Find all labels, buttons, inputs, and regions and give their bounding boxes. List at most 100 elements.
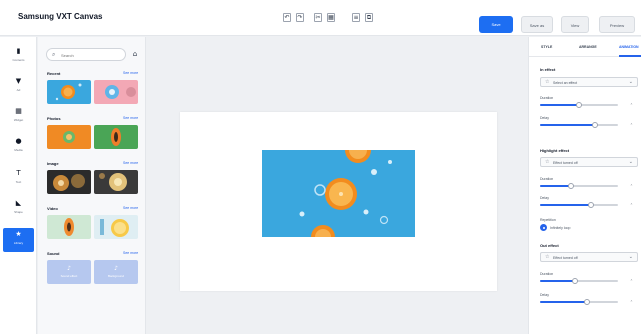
video-thumb-papaya[interactable] (47, 215, 91, 239)
left-rail: ▮ Contents ▼ Ad ▦ Widget ● Media T Text … (0, 37, 37, 334)
grid-icon[interactable]: ▦ (327, 13, 335, 22)
rail-item-content[interactable]: ▮ Contents (3, 45, 34, 69)
slider-handle[interactable] (568, 183, 575, 189)
preview-button[interactable]: Preview (599, 16, 635, 33)
rail-item-label: Ad (16, 88, 21, 92)
rail-item-label: Library (13, 241, 24, 245)
slider-handle[interactable] (583, 299, 590, 305)
tab-animation[interactable]: ANIMATION (619, 45, 639, 49)
chevron-down-icon: ⌄ (628, 254, 633, 260)
view-button[interactable]: View (561, 16, 589, 33)
slider-handle[interactable] (572, 278, 579, 284)
canvas-media-orange-photo[interactable] (262, 150, 415, 237)
recent-thumb-pink[interactable] (94, 80, 138, 104)
see-more-recent-link[interactable]: See more (123, 71, 138, 75)
highlight-duration-value[interactable]: ⌃ (625, 182, 638, 190)
asset-panel: ⌕ ⌂ Recent See more Photos See more (38, 37, 146, 334)
section-title-photos: Photos (47, 116, 61, 121)
save-as-button[interactable]: Save as (521, 16, 553, 33)
redo-icon[interactable]: ↷ (296, 13, 304, 22)
highlight-delay-value[interactable]: ⌃ (625, 201, 638, 209)
slider-handle[interactable] (576, 102, 582, 108)
music-note-icon: ♪ (114, 265, 118, 272)
sound-tile-effect[interactable]: ♪ Sound effect (47, 260, 91, 284)
rail-item-label: Widget (13, 118, 24, 122)
highlight-duration-label: Duration (540, 177, 554, 181)
see-more-photos-link[interactable]: See more (123, 116, 138, 120)
save-button[interactable]: Save (479, 16, 513, 33)
recent-thumb-orange[interactable] (47, 80, 91, 104)
slider-fill (540, 185, 572, 187)
rail-item-library[interactable]: ★ Library (3, 228, 34, 252)
rail-item-media[interactable]: ● Media (3, 135, 34, 159)
in-effect-select[interactable]: ☆ Select an effect ⌄ (540, 77, 638, 87)
out-duration-slider[interactable] (540, 277, 618, 285)
highlight-duration-slider[interactable] (540, 182, 618, 190)
undo-icon[interactable]: ↶ (283, 13, 291, 22)
video-thumb-lemon[interactable] (94, 215, 138, 239)
content-icon: ▮ (16, 47, 21, 55)
see-more-image-link[interactable]: See more (123, 161, 138, 165)
repetition-radio[interactable] (540, 224, 547, 231)
in-delay-slider[interactable] (540, 121, 618, 129)
text-icon: T (16, 169, 21, 177)
chevron-down-icon: ⌄ (628, 159, 633, 165)
slider-handle[interactable] (591, 122, 598, 128)
inspector-tabs: STYLE ARRANGE ANIMATION (529, 37, 641, 57)
shape-icon: ◣ (15, 199, 22, 207)
widget-icon: ▦ (15, 107, 22, 115)
out-duration-value[interactable]: ⌃ (625, 277, 638, 285)
slider-fill (540, 124, 595, 126)
sound-tile-caption: Background (107, 274, 124, 278)
rail-item-text[interactable]: T Text (3, 167, 34, 191)
effect-icon: ☆ (545, 254, 550, 260)
see-more-sound-link[interactable]: See more (123, 251, 138, 255)
rail-item-label: Text (15, 180, 22, 184)
rail-item-label: Media (14, 148, 23, 152)
out-effect-label: Out effect (540, 243, 559, 248)
out-duration-label: Duration (540, 272, 554, 276)
sound-tile-background[interactable]: ♪ Background (94, 260, 138, 284)
photos-thumb-oranges[interactable] (47, 125, 91, 149)
see-more-video-link[interactable]: See more (123, 206, 138, 210)
library-icon: ★ (15, 230, 22, 238)
toolbar-edit-tools: ✂ ▦ (314, 13, 335, 22)
section-title-recent: Recent (47, 71, 61, 76)
effect-icon: ☆ (545, 79, 550, 85)
highlight-effect-select[interactable]: ☆ Effect turned off ⌄ (540, 157, 638, 167)
photos-thumb-papaya[interactable] (94, 125, 138, 149)
chevron-down-icon: ⌄ (628, 79, 633, 85)
out-delay-value[interactable]: ⌃ (625, 298, 638, 306)
tab-arrange[interactable]: ARRANGE (579, 45, 597, 49)
section-title-image: Image (47, 161, 59, 166)
rail-item-ad[interactable]: ▼ Ad (3, 75, 34, 99)
in-delay-value[interactable]: ⌃ (625, 121, 638, 129)
rail-item-label: Shape (14, 210, 23, 214)
slider-fill (540, 301, 587, 303)
image-thumb-food[interactable] (47, 170, 91, 194)
slider-handle[interactable] (587, 202, 594, 208)
canvas-page[interactable] (180, 112, 497, 291)
rail-item-shape[interactable]: ◣ Shape (3, 197, 34, 221)
out-delay-label: Delay (540, 293, 549, 297)
highlight-delay-slider[interactable] (540, 201, 618, 209)
effect-icon: ☆ (545, 159, 550, 165)
arrange-icon[interactable]: ⧉ (365, 13, 373, 22)
home-icon[interactable]: ⌂ (130, 49, 140, 60)
in-duration-slider[interactable] (540, 101, 618, 109)
out-effect-select[interactable]: ☆ Effect turned off ⌄ (540, 252, 638, 262)
image-thumb-dish[interactable] (94, 170, 138, 194)
cut-icon[interactable]: ✂ (314, 13, 322, 22)
in-effect-label: In effect (540, 67, 556, 72)
top-bar: Samsung VXT Canvas ↶ ↷ ✂ ▦ ≡ ⧉ Save Save… (0, 0, 641, 36)
highlight-effect-label: Highlight effect (540, 148, 570, 153)
in-duration-value[interactable]: ⌃ (625, 101, 638, 109)
align-icon[interactable]: ≡ (352, 13, 360, 22)
rail-item-widget[interactable]: ▦ Widget (3, 105, 34, 129)
slider-fill (540, 204, 591, 206)
search-input[interactable] (61, 51, 121, 59)
tab-style[interactable]: STYLE (541, 45, 552, 49)
out-delay-slider[interactable] (540, 298, 618, 306)
in-effect-value: Select an effect (553, 81, 578, 85)
slider-fill (540, 280, 576, 282)
